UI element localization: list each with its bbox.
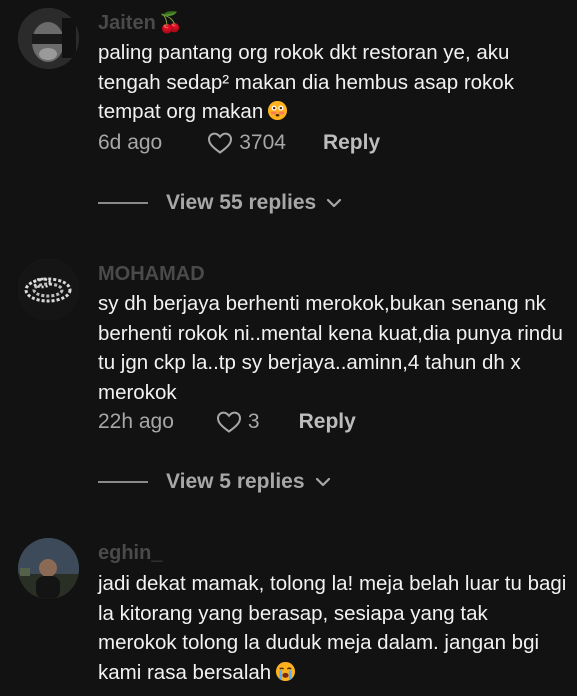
divider-line bbox=[98, 481, 148, 483]
avatar-image bbox=[18, 8, 79, 69]
avatar-image bbox=[18, 538, 79, 599]
username[interactable]: eghin_ bbox=[98, 542, 162, 565]
flushed-face-icon bbox=[268, 100, 288, 121]
reply-button[interactable]: Reply bbox=[299, 410, 356, 434]
avatar-image bbox=[18, 259, 79, 320]
chevron-down-icon bbox=[327, 198, 342, 208]
heart-icon bbox=[216, 411, 241, 433]
like-count: 3 bbox=[247, 410, 260, 433]
chevron-down-icon bbox=[315, 477, 330, 487]
comment-text: sy dh berjaya berhenti merokok,bukan sen… bbox=[98, 292, 563, 404]
comment-text: jadi dekat mamak, tolong la! meja belah … bbox=[98, 572, 567, 684]
view-replies-label: View 5 replies bbox=[166, 470, 305, 493]
view-replies-label: View 55 replies bbox=[166, 191, 317, 214]
avatar[interactable] bbox=[18, 538, 79, 599]
view-replies-button[interactable]: View 5 replies bbox=[98, 470, 331, 494]
username[interactable]: Jaiten bbox=[98, 12, 156, 35]
timestamp: 22h ago bbox=[98, 410, 174, 433]
like-count: 3704 bbox=[239, 131, 286, 154]
comment-meta: 22h ago 3 Reply bbox=[98, 410, 356, 434]
divider-line bbox=[98, 202, 148, 204]
comment-text: paling pantang org rokok dkt restoran ye… bbox=[98, 41, 514, 123]
crying-face-icon bbox=[276, 661, 296, 681]
avatar[interactable] bbox=[18, 8, 79, 69]
reply-button[interactable]: Reply bbox=[323, 131, 380, 155]
like-button[interactable]: 3704 bbox=[207, 131, 286, 155]
cherry-emoji: 🍒 bbox=[158, 12, 183, 34]
username[interactable]: MOHAMAD bbox=[98, 263, 205, 286]
comment-meta: 6d ago 3704 Reply bbox=[98, 131, 380, 155]
view-replies-button[interactable]: View 55 replies bbox=[98, 191, 342, 215]
like-button[interactable]: 3 bbox=[216, 410, 260, 434]
timestamp: 6d ago bbox=[98, 131, 163, 154]
heart-icon bbox=[208, 132, 233, 154]
avatar[interactable] bbox=[18, 259, 79, 320]
